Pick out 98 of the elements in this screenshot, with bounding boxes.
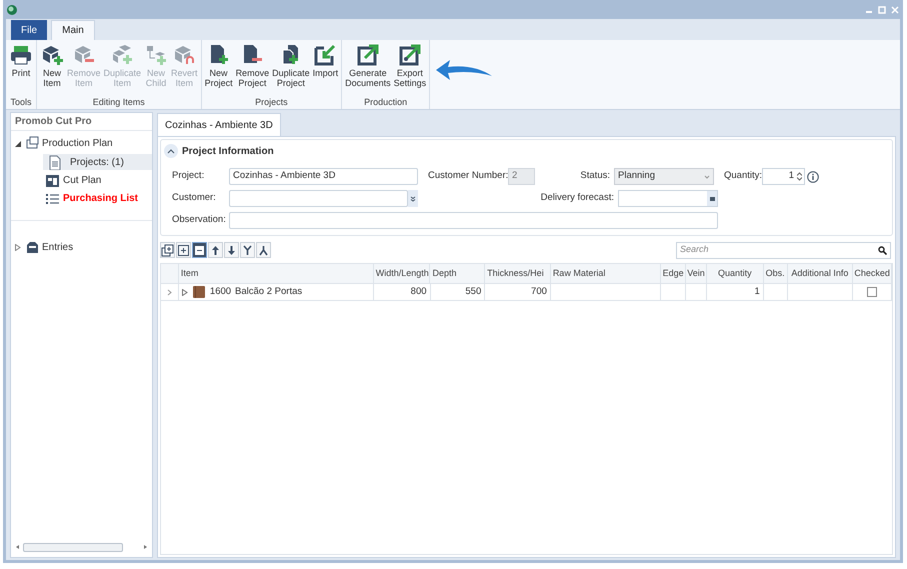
- table-cell: 1: [707, 284, 764, 300]
- item-name: Balcão 2 Portas: [235, 284, 302, 299]
- grid-tool-button[interactable]: [192, 242, 207, 258]
- document-minus-icon: [241, 44, 264, 66]
- boxes-plus-icon: [111, 44, 134, 66]
- table-cell: 550: [430, 284, 486, 300]
- file-menu-tab[interactable]: File: [11, 20, 48, 40]
- ribbon-button[interactable]: Generate Documents: [344, 44, 392, 96]
- plus-square-icon: [177, 244, 190, 256]
- split-icon: [257, 244, 270, 256]
- grid-tool-button[interactable]: [240, 242, 255, 258]
- field-label: Delivery forecast:: [540, 191, 615, 206]
- column-header[interactable]: Checked: [853, 264, 892, 283]
- ribbon-button[interactable]: Duplicate Project: [271, 44, 311, 96]
- tree-item[interactable]: Production Plan: [42, 136, 113, 151]
- ribbon-button[interactable]: Import: [312, 44, 340, 96]
- column-header[interactable]: Raw Material: [550, 264, 662, 283]
- column-header[interactable]: Obs.: [764, 264, 788, 283]
- collapsed-triangle-icon[interactable]: [182, 288, 188, 296]
- field-label: Quantity:: [724, 169, 762, 184]
- double-chevron-icon: [410, 196, 416, 202]
- tree-item[interactable]: Projects: (1): [43, 154, 152, 170]
- column-header[interactable]: Thickness/Hei: [485, 264, 551, 283]
- item-code: 1600: [210, 284, 232, 299]
- box-minus-icon: [72, 44, 95, 66]
- tree-item[interactable]: Purchasing List: [43, 190, 152, 206]
- column-header[interactable]: Additional Info: [788, 264, 854, 283]
- checkbox[interactable]: [867, 287, 878, 297]
- grid-tool-button[interactable]: [176, 242, 191, 258]
- section-title: Project Information: [182, 144, 274, 158]
- column-header[interactable]: Item: [178, 264, 374, 283]
- box-plus-icon: [41, 44, 63, 66]
- documents-icon: [25, 136, 40, 151]
- document-tab[interactable]: Cozinhas - Ambiente 3D: [157, 113, 281, 136]
- import-arrow-icon: [314, 44, 336, 66]
- project-field[interactable]: Cozinhas - Ambiente 3D: [229, 168, 418, 185]
- ribbon-button[interactable]: New Project: [204, 44, 234, 96]
- ribbon-button[interactable]: Export Settings: [392, 44, 428, 96]
- spinner-arrows-icon: [797, 172, 802, 181]
- app-logo-icon: [7, 4, 17, 14]
- merge-icon: [241, 244, 254, 256]
- horizontal-scrollbar[interactable]: [15, 541, 148, 553]
- export-settings-icon: [398, 44, 421, 66]
- expand-all-icon: [161, 244, 174, 256]
- column-header[interactable]: Edge: [661, 264, 686, 283]
- tree-item[interactable]: Cut Plan: [43, 172, 152, 188]
- ribbon-button[interactable]: Print: [8, 44, 34, 96]
- ribbon-group-label: Production: [363, 96, 408, 109]
- ribbon-button[interactable]: Remove Project: [234, 44, 270, 96]
- tree-item[interactable]: Entries: [42, 240, 74, 255]
- arrow-down-icon: [225, 244, 238, 256]
- sidebar-title: Promob Cut Pro: [11, 113, 152, 131]
- customer-dropdown-button[interactable]: [408, 190, 418, 207]
- row-indicator-icon: [166, 288, 172, 296]
- info-icon[interactable]: [807, 170, 819, 182]
- scroll-right-icon[interactable]: [142, 544, 148, 550]
- ribbon-group-label: Tools: [9, 96, 32, 109]
- ribbon-group-label: Editing Items: [92, 96, 146, 109]
- ribbon-button[interactable]: New Item: [39, 44, 65, 96]
- column-header[interactable]: Quantity: [706, 264, 764, 283]
- pointer-arrow-icon: [434, 58, 494, 82]
- grid-tool-button[interactable]: [160, 242, 175, 258]
- inbox-icon: [25, 240, 40, 255]
- table-cell: 800: [374, 284, 431, 300]
- arrow-up-icon: [209, 244, 222, 256]
- status-dropdown[interactable]: Planning: [614, 168, 714, 185]
- search-field[interactable]: Search: [676, 242, 891, 258]
- field-label: Observation:: [172, 213, 227, 228]
- quantity-spinner[interactable]: 1: [762, 168, 805, 185]
- field-label: Customer:: [172, 191, 217, 206]
- field-label: Project:: [172, 169, 206, 184]
- observation-field[interactable]: [229, 212, 718, 229]
- field-label: Status:: [579, 169, 611, 184]
- ribbon-group-label: Projects: [254, 96, 289, 109]
- calendar-icon: [710, 196, 714, 200]
- customer-field[interactable]: [229, 190, 408, 207]
- hierarchy-plus-icon: [145, 44, 168, 66]
- column-header[interactable]: Width/Length: [374, 264, 430, 283]
- box-undo-icon: [173, 44, 196, 66]
- field-label: Customer Number:: [428, 169, 508, 184]
- customer-number-field: 2: [508, 168, 535, 185]
- delivery-date-field[interactable]: [618, 190, 718, 207]
- scroll-left-icon[interactable]: [15, 544, 21, 550]
- minus-square-icon: [193, 244, 206, 256]
- grid-tool-button[interactable]: [208, 242, 223, 258]
- column-header[interactable]: Depth: [430, 264, 486, 283]
- printer-icon: [10, 44, 32, 66]
- collapse-chevron-icon[interactable]: [164, 144, 178, 158]
- table-cell: 700: [485, 284, 551, 300]
- grid-tool-button[interactable]: [224, 242, 239, 258]
- ribbon-tab[interactable]: Main: [51, 20, 95, 40]
- column-header[interactable]: Vein: [686, 264, 707, 283]
- document-icon: [47, 154, 62, 170]
- cabinet-icon: [192, 285, 206, 299]
- search-icon: [878, 246, 887, 254]
- grid-tool-button[interactable]: [256, 242, 271, 258]
- chevron-down-icon: [704, 174, 710, 178]
- layout-icon: [45, 172, 60, 188]
